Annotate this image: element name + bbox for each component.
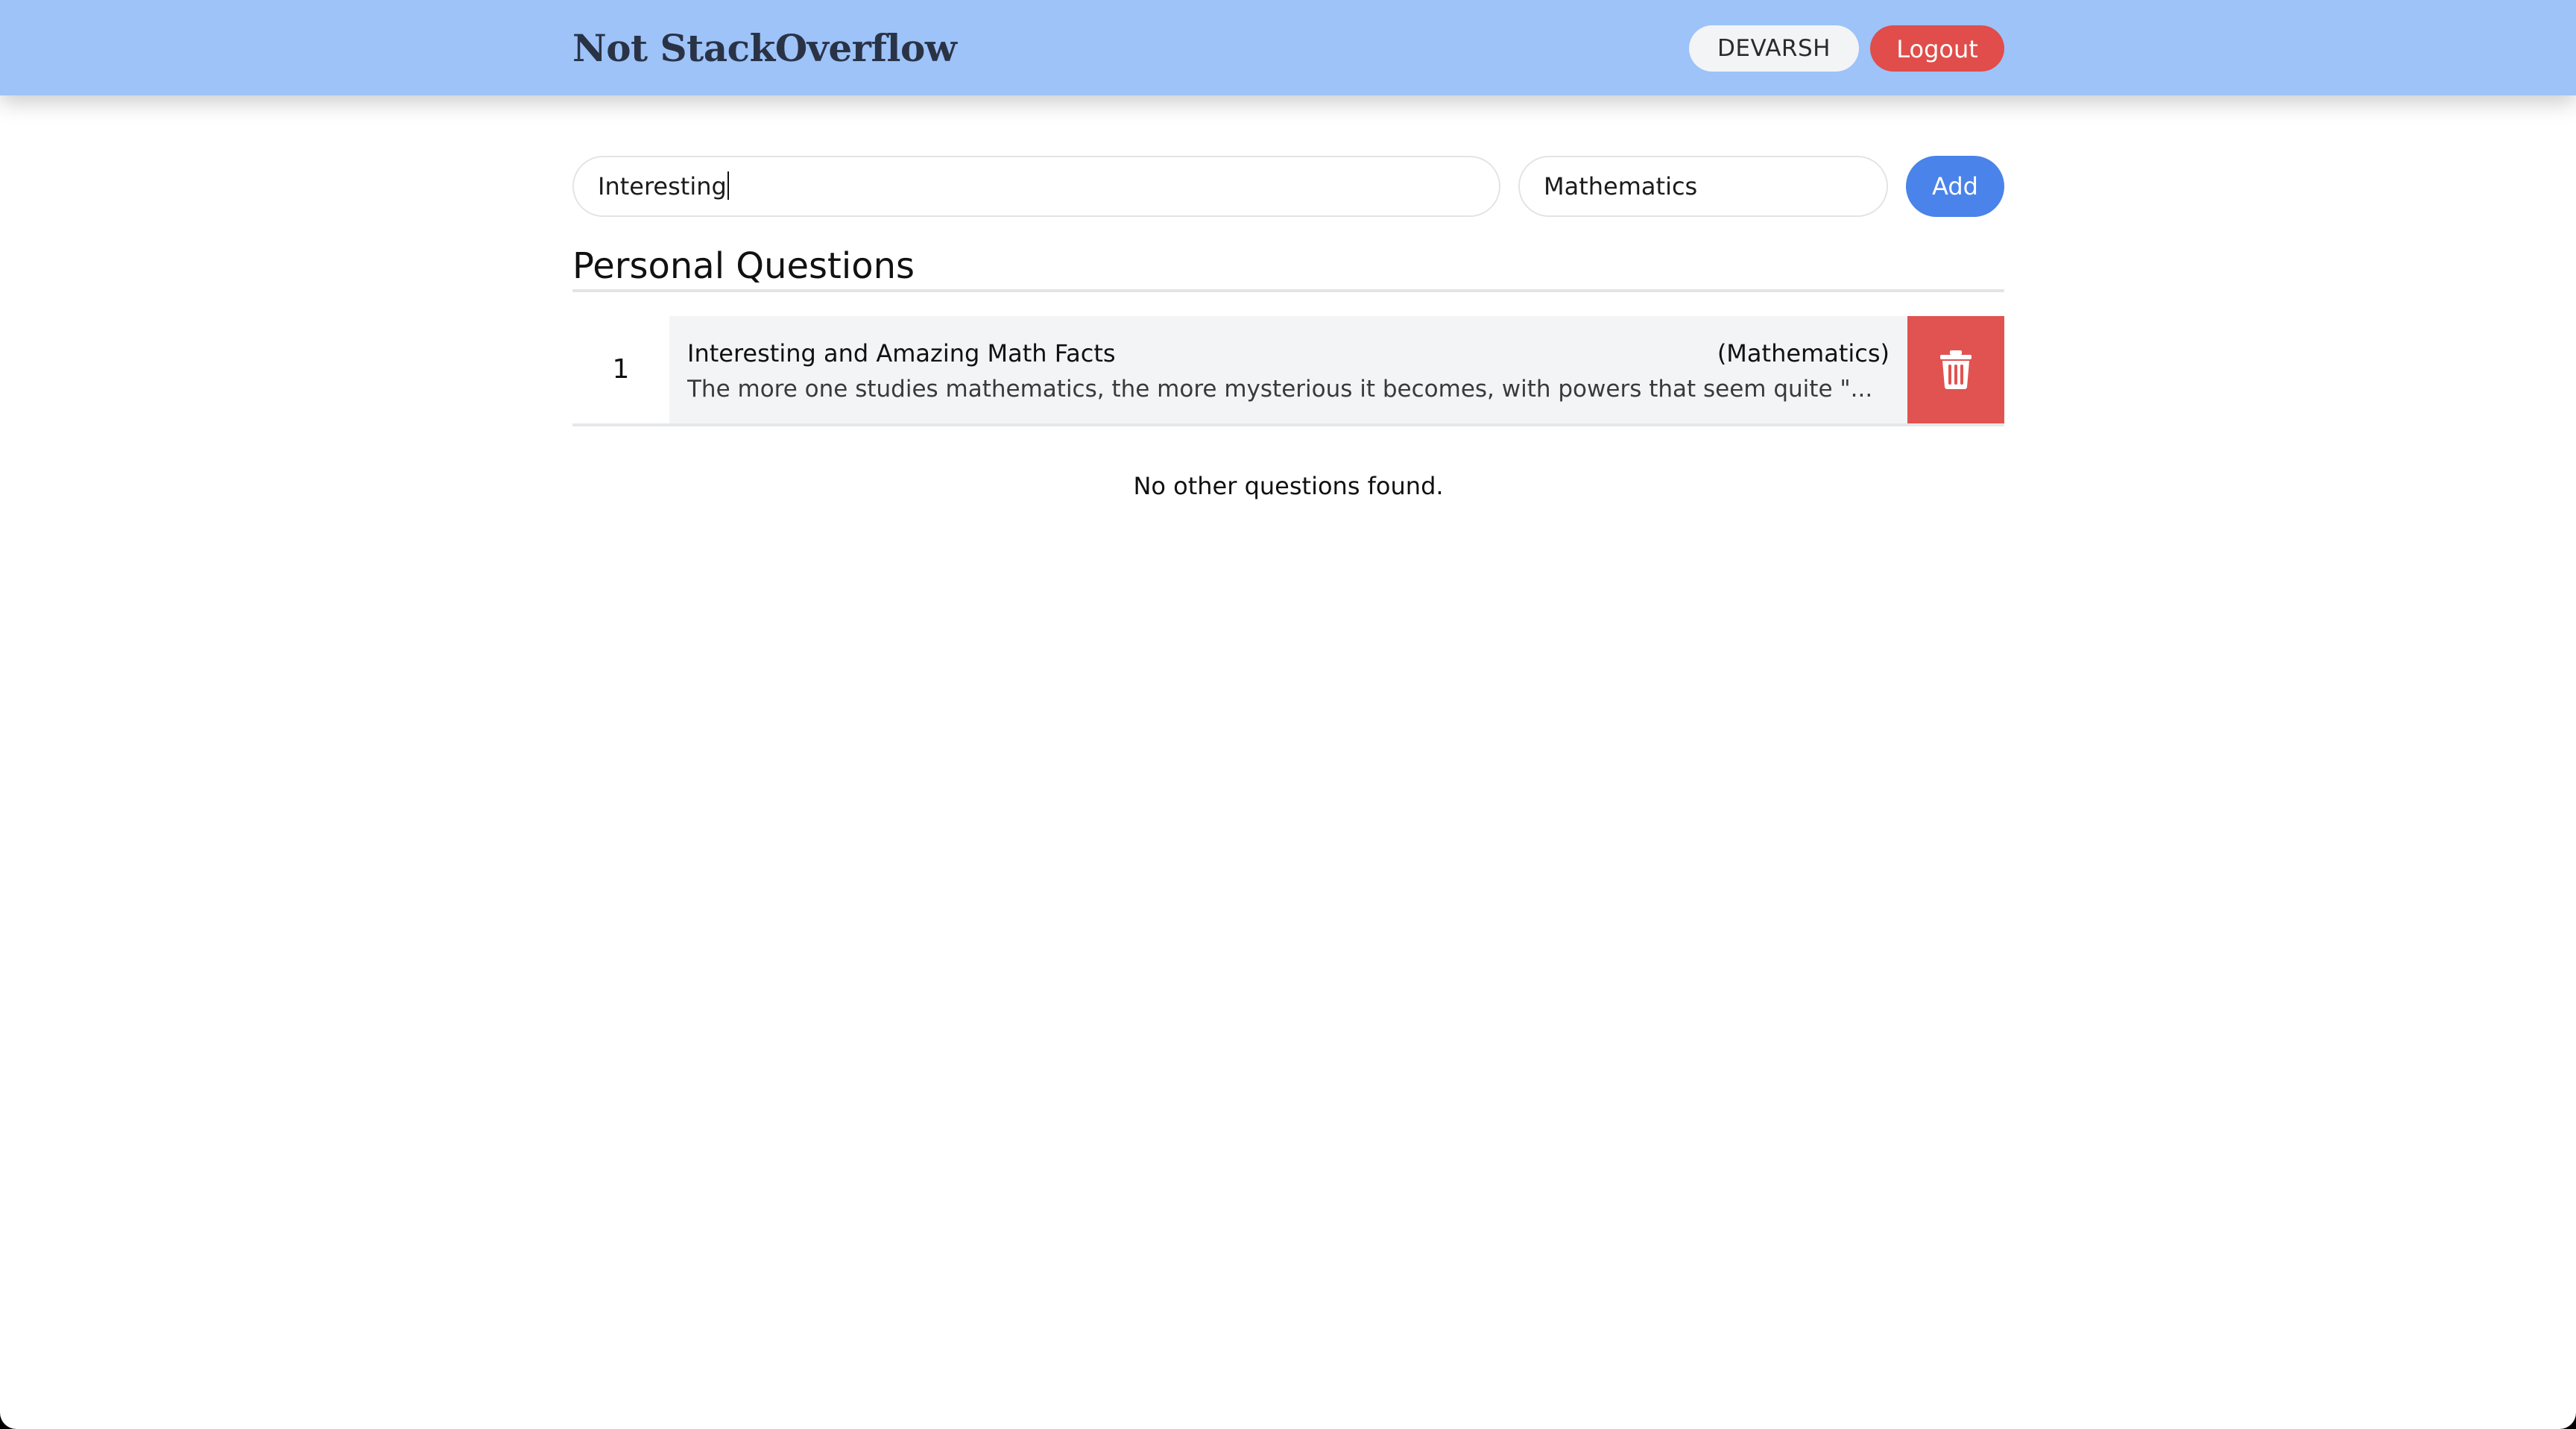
question-description: The more one studies mathematics, the mo…: [687, 376, 1873, 403]
question-title-input[interactable]: Interesting: [572, 156, 1500, 217]
question-body[interactable]: Interesting and Amazing Math Facts (Math…: [669, 316, 1907, 423]
question-tag-value: Mathematics: [1544, 172, 1698, 201]
trash-icon: [1940, 350, 1972, 389]
empty-message: No other questions found.: [1133, 472, 1444, 500]
navbar: Not StackOverflow DEVARSH Logout: [0, 0, 2576, 95]
brand-title[interactable]: Not StackOverflow: [572, 25, 957, 72]
question-tag-input[interactable]: Mathematics: [1518, 156, 1888, 217]
text-caret: [727, 171, 729, 200]
add-button[interactable]: Add: [1906, 156, 2004, 217]
question-tag: (Mathematics): [1717, 339, 1890, 367]
section-divider: [572, 289, 2004, 292]
question-index: 1: [572, 316, 669, 423]
delete-question-button[interactable]: [1907, 316, 2004, 423]
logout-button[interactable]: Logout: [1870, 25, 2004, 72]
question-title: Interesting and Amazing Math Facts: [687, 339, 1116, 367]
question-title-value: Interesting: [598, 172, 727, 201]
page: Not StackOverflow DEVARSH Logout Interes…: [0, 0, 2576, 1429]
username-badge[interactable]: DEVARSH: [1689, 25, 1859, 72]
question-row[interactable]: 1 Interesting and Amazing Math Facts (Ma…: [572, 316, 2004, 426]
row-divider: [572, 423, 2004, 426]
section-title: Personal Questions: [572, 245, 915, 287]
